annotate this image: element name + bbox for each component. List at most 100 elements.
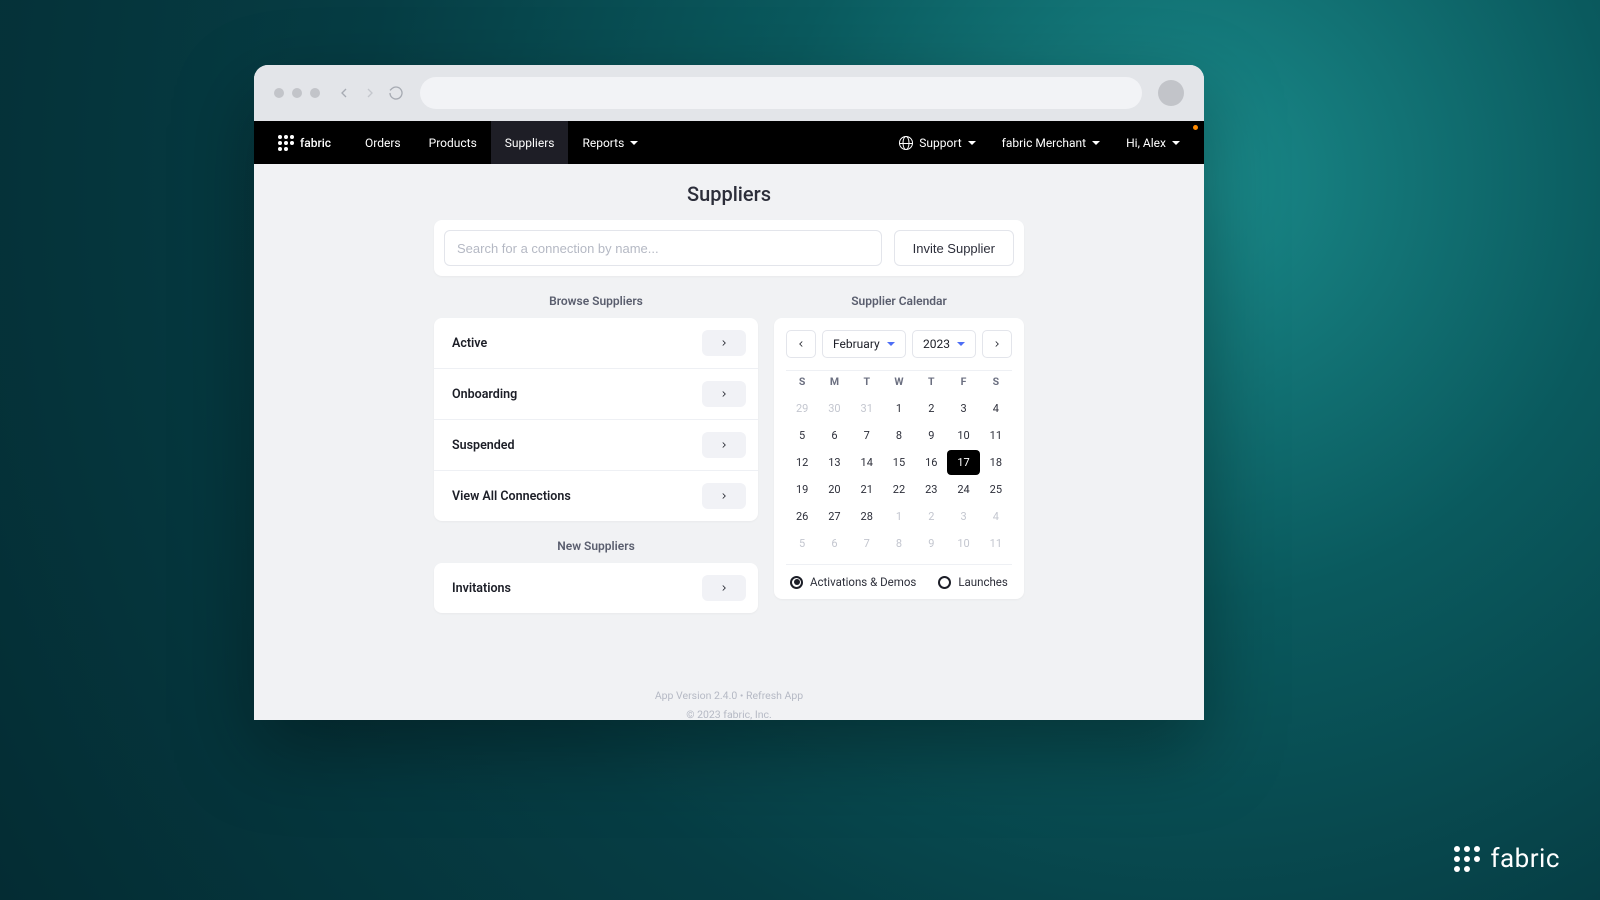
chevron-right-icon bbox=[992, 339, 1002, 349]
search-input[interactable] bbox=[444, 230, 882, 266]
list-item-arrow-button[interactable] bbox=[702, 330, 746, 356]
calendar-day: 11 bbox=[980, 531, 1012, 556]
chevron-down-icon bbox=[968, 141, 976, 145]
user-menu[interactable]: Hi, Alex bbox=[1126, 136, 1180, 150]
nav-link-label: Reports bbox=[582, 136, 624, 150]
calendar-day[interactable]: 2 bbox=[915, 396, 947, 421]
calendar-day[interactable]: 17 bbox=[947, 450, 979, 475]
footer-version: App Version 2.4.0 • Refresh App bbox=[254, 687, 1204, 706]
chevron-left-icon bbox=[796, 339, 806, 349]
list-item-arrow-button[interactable] bbox=[702, 483, 746, 509]
tenant-menu[interactable]: fabric Merchant bbox=[1002, 136, 1100, 150]
list-item-label: Onboarding bbox=[452, 387, 517, 402]
calendar-day[interactable]: 22 bbox=[883, 477, 915, 502]
dayheader-cell: M bbox=[818, 375, 850, 388]
list-item-label: Invitations bbox=[452, 581, 511, 596]
browser-profile-avatar[interactable] bbox=[1158, 80, 1184, 106]
list-item-arrow-button[interactable] bbox=[702, 432, 746, 458]
reload-icon[interactable] bbox=[388, 85, 404, 101]
calendar-day[interactable]: 3 bbox=[947, 396, 979, 421]
back-icon[interactable] bbox=[336, 85, 352, 101]
dayheader-cell: F bbox=[947, 375, 979, 388]
calendar-day[interactable]: 15 bbox=[883, 450, 915, 475]
year-select[interactable]: 2023 bbox=[912, 330, 976, 358]
calendar-day[interactable]: 23 bbox=[915, 477, 947, 502]
legend-activations[interactable]: Activations & Demos bbox=[790, 575, 916, 589]
new-suppliers-list: Invitations bbox=[434, 563, 758, 613]
list-item[interactable]: Active bbox=[434, 318, 758, 369]
calendar-day: 31 bbox=[851, 396, 883, 421]
list-item-arrow-button[interactable] bbox=[702, 575, 746, 601]
calendar-day[interactable]: 7 bbox=[851, 423, 883, 448]
calendar-day[interactable]: 10 bbox=[947, 423, 979, 448]
dayheader-cell: S bbox=[980, 375, 1012, 388]
tenant-label: fabric Merchant bbox=[1002, 136, 1086, 150]
calendar-day[interactable]: 1 bbox=[883, 396, 915, 421]
calendar-day[interactable]: 27 bbox=[818, 504, 850, 529]
globe-icon bbox=[899, 136, 913, 150]
calendar-day: 7 bbox=[851, 531, 883, 556]
nav-link-label: Suppliers bbox=[505, 136, 555, 150]
calendar-day[interactable]: 25 bbox=[980, 477, 1012, 502]
brand-logo[interactable]: fabric bbox=[278, 135, 331, 151]
radio-icon bbox=[938, 576, 951, 589]
calendar-day[interactable]: 19 bbox=[786, 477, 818, 502]
legend-a-label: Activations & Demos bbox=[810, 575, 916, 589]
calendar-day[interactable]: 13 bbox=[818, 450, 850, 475]
forward-icon[interactable] bbox=[362, 85, 378, 101]
list-item-label: Active bbox=[452, 336, 487, 351]
fabric-watermark: fabric bbox=[1454, 844, 1560, 874]
calendar-day[interactable]: 6 bbox=[818, 423, 850, 448]
calendar-day[interactable]: 28 bbox=[851, 504, 883, 529]
calendar-day[interactable]: 24 bbox=[947, 477, 979, 502]
legend-b-label: Launches bbox=[958, 575, 1008, 589]
window-dot bbox=[292, 88, 302, 98]
nav-link-products[interactable]: Products bbox=[415, 121, 491, 164]
list-item[interactable]: Onboarding bbox=[434, 369, 758, 420]
calendar-day[interactable]: 18 bbox=[980, 450, 1012, 475]
footer-copyright: © 2023 fabric, Inc. bbox=[254, 706, 1204, 720]
window-dot bbox=[310, 88, 320, 98]
calendar-day[interactable]: 20 bbox=[818, 477, 850, 502]
brand-text: fabric bbox=[300, 136, 331, 150]
url-bar[interactable] bbox=[420, 77, 1142, 109]
calendar-next-button[interactable] bbox=[982, 330, 1012, 358]
support-menu[interactable]: Support bbox=[899, 136, 975, 150]
calendar-day[interactable]: 9 bbox=[915, 423, 947, 448]
browser-nav-buttons bbox=[336, 85, 404, 101]
legend-launches[interactable]: Launches bbox=[938, 575, 1008, 589]
support-label: Support bbox=[919, 136, 961, 150]
dayheader-cell: S bbox=[786, 375, 818, 388]
nav-link-reports[interactable]: Reports bbox=[568, 121, 652, 164]
calendar-day[interactable]: 26 bbox=[786, 504, 818, 529]
calendar-day[interactable]: 12 bbox=[786, 450, 818, 475]
calendar-day[interactable]: 14 bbox=[851, 450, 883, 475]
nav-link-suppliers[interactable]: Suppliers bbox=[491, 121, 569, 164]
chevron-down-icon bbox=[1092, 141, 1100, 145]
calendar-prev-button[interactable] bbox=[786, 330, 816, 358]
nav-link-label: Products bbox=[429, 136, 477, 150]
calendar-day: 30 bbox=[818, 396, 850, 421]
calendar-day[interactable]: 16 bbox=[915, 450, 947, 475]
list-item-arrow-button[interactable] bbox=[702, 381, 746, 407]
calendar-day: 1 bbox=[883, 504, 915, 529]
calendar-day[interactable]: 8 bbox=[883, 423, 915, 448]
calendar-day[interactable]: 21 bbox=[851, 477, 883, 502]
list-item[interactable]: Suspended bbox=[434, 420, 758, 471]
browse-heading: Browse Suppliers bbox=[434, 294, 758, 308]
chevron-right-icon bbox=[719, 440, 729, 450]
chevron-right-icon bbox=[719, 389, 729, 399]
notification-dot[interactable] bbox=[1193, 125, 1198, 130]
list-item[interactable]: View All Connections bbox=[434, 471, 758, 521]
list-item[interactable]: Invitations bbox=[434, 563, 758, 613]
calendar-day[interactable]: 4 bbox=[980, 396, 1012, 421]
invite-supplier-button[interactable]: Invite Supplier bbox=[894, 230, 1014, 266]
nav-link-orders[interactable]: Orders bbox=[351, 121, 415, 164]
chevron-down-icon bbox=[630, 141, 638, 145]
nav-links: Orders Products Suppliers Reports bbox=[351, 121, 652, 164]
month-select[interactable]: February bbox=[822, 330, 906, 358]
dayheader-cell: T bbox=[915, 375, 947, 388]
calendar-day[interactable]: 11 bbox=[980, 423, 1012, 448]
radio-icon bbox=[790, 576, 803, 589]
calendar-day[interactable]: 5 bbox=[786, 423, 818, 448]
